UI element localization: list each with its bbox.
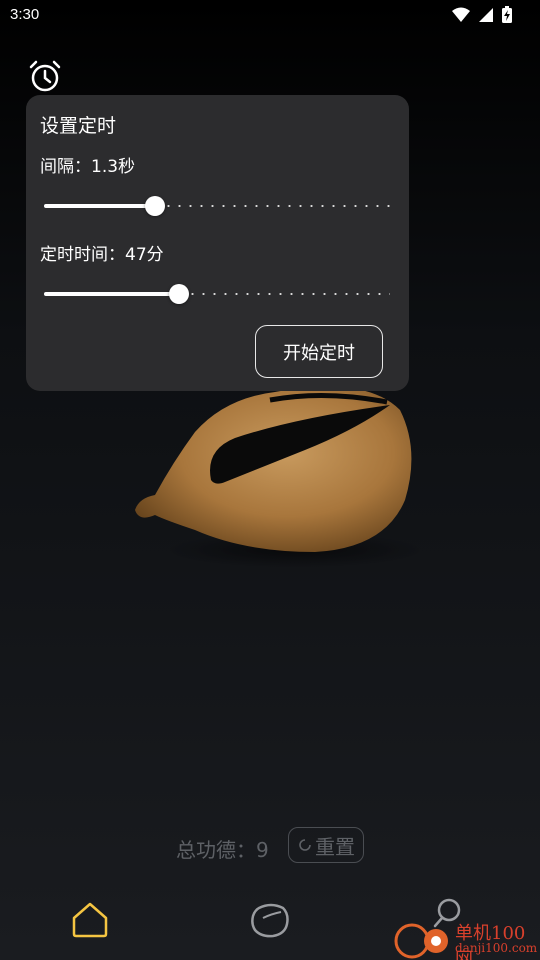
interval-label-text: 间隔： bbox=[40, 157, 91, 177]
alarm-clock-icon[interactable] bbox=[27, 58, 63, 94]
duration-slider[interactable] bbox=[44, 282, 390, 306]
status-time: 3:30 bbox=[10, 6, 40, 23]
duration-slider-track-inactive bbox=[187, 293, 390, 295]
interval-slider-thumb[interactable] bbox=[145, 196, 165, 216]
wooden-fish[interactable] bbox=[125, 370, 425, 570]
timer-dialog: 设置定时 间隔：1.3秒 定时时间：47分 开始定时 bbox=[26, 95, 409, 391]
duration-label: 定时时间：47分 bbox=[40, 240, 164, 265]
interval-label: 间隔：1.3秒 bbox=[40, 152, 135, 177]
wifi-icon bbox=[452, 7, 470, 22]
interval-slider-track-active bbox=[44, 204, 155, 208]
reset-icon bbox=[299, 839, 311, 851]
duration-slider-track-active bbox=[44, 292, 179, 296]
battery-charging-icon bbox=[502, 6, 512, 23]
merit-count: 9 bbox=[256, 838, 269, 862]
status-icons bbox=[452, 6, 512, 23]
interval-slider-track-inactive bbox=[163, 205, 390, 207]
merit-label-text: 总功德： bbox=[176, 838, 256, 862]
duration-value: 47分 bbox=[125, 245, 164, 265]
watermark: 单机100网 danji100.com bbox=[390, 915, 540, 960]
start-timer-button[interactable]: 开始定时 bbox=[255, 325, 383, 378]
reset-button[interactable]: 重置 bbox=[288, 827, 364, 863]
dialog-title: 设置定时 bbox=[40, 115, 117, 137]
cellular-signal-icon bbox=[479, 7, 493, 22]
merit-label: 总功德：9 bbox=[176, 834, 269, 863]
duration-label-text: 定时时间： bbox=[40, 245, 125, 265]
watermark-subtext: danji100.com bbox=[455, 941, 538, 955]
reset-button-label: 重置 bbox=[315, 834, 355, 859]
interval-slider[interactable] bbox=[44, 194, 390, 218]
wooden-fish-icon[interactable] bbox=[249, 900, 291, 940]
duration-slider-thumb[interactable] bbox=[169, 284, 189, 304]
status-bar: 3:30 bbox=[0, 0, 540, 32]
merit-row: 总功德：9 重置 bbox=[0, 826, 540, 864]
home-icon[interactable] bbox=[70, 900, 110, 940]
interval-value: 1.3秒 bbox=[91, 157, 136, 177]
watermark-logo-icon bbox=[394, 923, 448, 959]
